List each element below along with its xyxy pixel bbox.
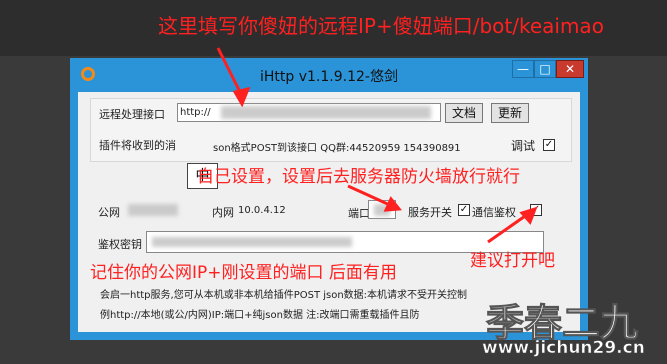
arrow-top-head: [232, 86, 251, 108]
arrow-middle-head: [383, 196, 402, 212]
arrow-middle: [347, 184, 393, 208]
arrow-right-head: [519, 206, 538, 225]
arrow-right: [487, 212, 529, 244]
watermark-url: www.jichun29.cn: [482, 338, 645, 359]
arrow-top: [216, 47, 244, 97]
